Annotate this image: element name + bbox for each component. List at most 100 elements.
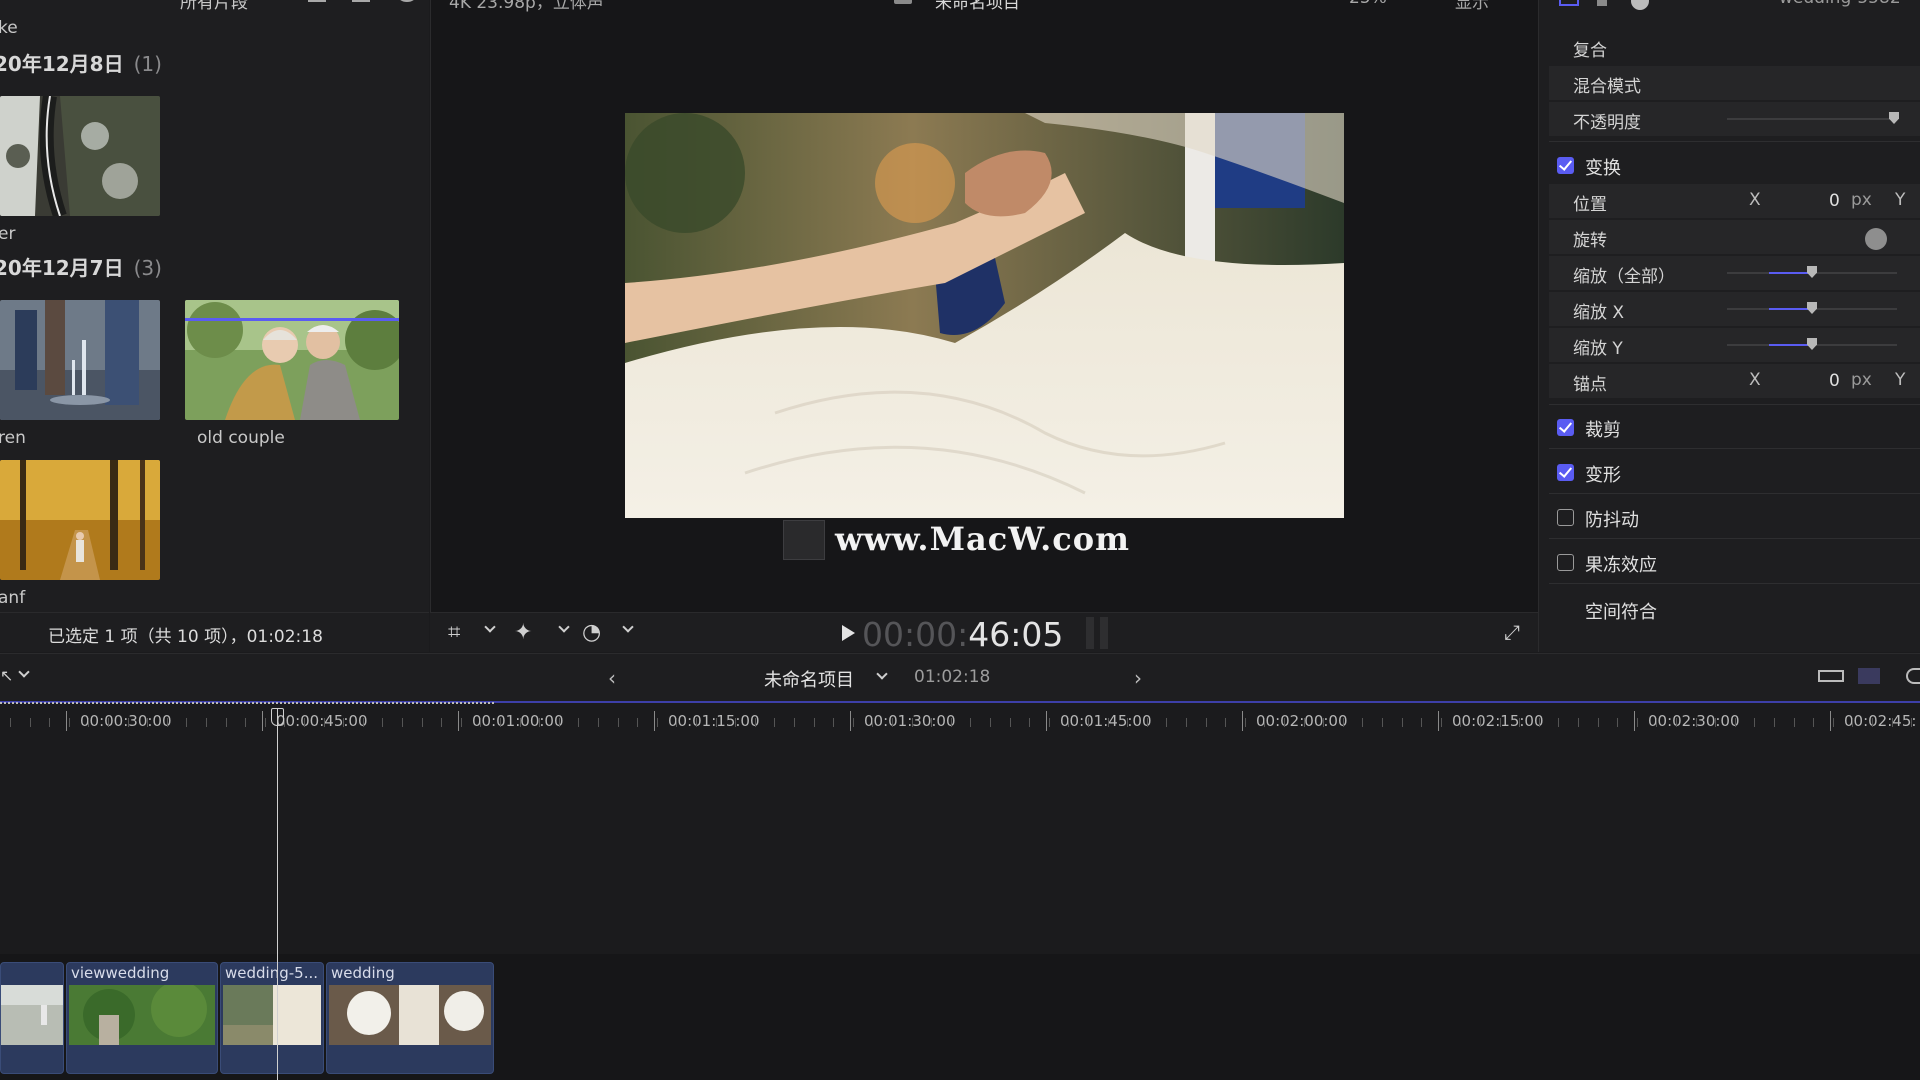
ruler-tick [696,718,697,727]
clip-thumbnail-selected[interactable] [185,300,399,420]
ruler-tick [1715,718,1717,727]
anchor-x-value[interactable]: 0 [1829,371,1840,391]
crop-section: 裁剪 [1549,408,1920,444]
ruler-tick [1323,718,1325,727]
fullscreen-icon[interactable]: ⤢ [1504,620,1520,644]
rolling-shutter-section: 果冻效应 [1549,543,1920,579]
opacity-slider[interactable] [1727,112,1899,124]
ruler-tick [1774,718,1775,727]
rotation-dial[interactable] [1865,228,1887,250]
ruler-tick [421,718,423,727]
color-inspector-icon[interactable] [1597,0,1607,6]
ruler-tick [1597,718,1599,727]
ruler-tick [304,718,305,727]
ruler-tick [578,718,580,727]
clip-appearance-icon[interactable] [1818,670,1844,682]
zoom-menu[interactable]: 25% [1349,0,1387,8]
slider-knob[interactable] [1807,302,1817,314]
headphones-icon[interactable] [1906,668,1920,684]
clip-filmstrip [1,985,63,1045]
timeline-clip[interactable]: viewwedding [66,962,218,1074]
ruler-tick [10,718,11,727]
info-icon[interactable] [1631,0,1649,10]
ruler-tick [49,718,51,727]
timeline-clip[interactable]: wedding-5... [220,962,324,1074]
enhance-wand-icon[interactable]: ✦ [514,620,532,645]
scale-all-slider[interactable] [1727,266,1897,278]
selection-bar [185,318,399,321]
transform-tool-icon[interactable]: ⌗ [448,620,460,645]
chevron-down-icon[interactable] [484,621,496,633]
back-arrow-icon[interactable]: ‹ [608,666,616,690]
play-icon[interactable] [842,625,855,641]
clip-label: ren [0,428,26,448]
chevron-down-icon[interactable] [558,621,570,633]
ruler-tick [1421,718,1423,727]
distort-checkbox[interactable] [1557,464,1574,481]
ruler-tick [950,718,952,727]
range-indicator [0,702,494,704]
inspector-clip-title: wedding-5582 [1779,0,1901,8]
ruler-tick [1048,718,1050,727]
ruler-tick [735,718,737,727]
retime-icon[interactable]: ◔ [582,620,601,645]
playhead-handle[interactable] [271,708,284,726]
browser-panel: 所有片段 ke 20年12月8日 (1) er 20年12月7日 (3) ren… [0,0,429,612]
ruler-tick [441,718,443,727]
ruler-tick [1225,718,1227,727]
timeline-track-area[interactable] [0,737,1920,954]
slider-knob[interactable] [1889,112,1899,124]
date-group-header: 20年12月8日 (1) [0,52,162,76]
ruler-tick [88,718,90,727]
ruler-tick [1813,718,1815,727]
scale-y-slider[interactable] [1727,338,1897,350]
ruler-label: 00:01:15:00 [668,712,760,730]
audio-skimming-icon[interactable] [1858,668,1880,684]
slider-knob[interactable] [1807,266,1817,278]
ruler-tick [147,718,149,727]
ruler-tick [1636,718,1638,727]
timeline-header: ↖ ‹ 未命名项目 01:02:18 › [0,653,1920,701]
clip-thumbnail[interactable] [0,460,160,580]
ruler-tick [225,718,227,727]
rolling-shutter-checkbox[interactable] [1557,554,1574,571]
ruler-label: 00:01:45:00 [1060,712,1152,730]
ruler-tick [166,718,168,727]
timeline-clip[interactable]: wedding [326,962,494,1074]
clip-label: er [0,224,16,244]
transform-checkbox[interactable] [1557,157,1574,174]
clip-thumbnail[interactable] [0,300,160,420]
blend-mode-row[interactable]: 混合模式 [1549,66,1920,100]
select-tool-icon[interactable]: ↖ [0,666,13,685]
clip-thumbnail[interactable] [0,96,160,216]
list-view-icon[interactable] [308,0,326,2]
scale-all-row: 缩放（全部） [1549,256,1920,290]
position-x-value[interactable]: 0 [1829,191,1840,211]
timeline-project-name[interactable]: 未命名项目 [764,666,854,692]
playhead[interactable] [277,708,278,1080]
chevron-down-icon[interactable] [622,621,634,633]
ruler-tick [1538,718,1540,727]
scale-x-slider[interactable] [1727,302,1897,314]
crop-checkbox[interactable] [1557,419,1574,436]
timeline-ruler: 00:00:30:00 00:00:45:00 00:01:00:00 00:0… [0,701,1920,737]
settings-icon[interactable] [352,0,370,2]
search-icon[interactable] [398,0,416,2]
chevron-down-icon[interactable] [876,668,888,680]
slider-knob[interactable] [1807,338,1817,350]
display-menu[interactable]: 显示 [1455,0,1489,13]
clapper-icon [894,0,912,4]
divider [1549,448,1920,449]
stabilization-checkbox[interactable] [1557,509,1574,526]
divider [1549,493,1920,494]
ruler-tick [264,718,266,727]
ruler-label: 00:01:00:00 [472,712,564,730]
forward-arrow-icon[interactable]: › [1134,666,1142,690]
chevron-down-icon[interactable] [18,666,30,678]
clip-filter-menu[interactable]: 所有片段 [180,0,248,13]
ruler-tick [1656,718,1658,727]
video-inspector-icon[interactable] [1559,0,1579,6]
ruler-label: 00:02:00:00 [1256,712,1348,730]
timeline-clip[interactable] [0,962,64,1074]
selection-status: 已选定 1 项（共 10 项），01:02:18 [48,627,323,647]
